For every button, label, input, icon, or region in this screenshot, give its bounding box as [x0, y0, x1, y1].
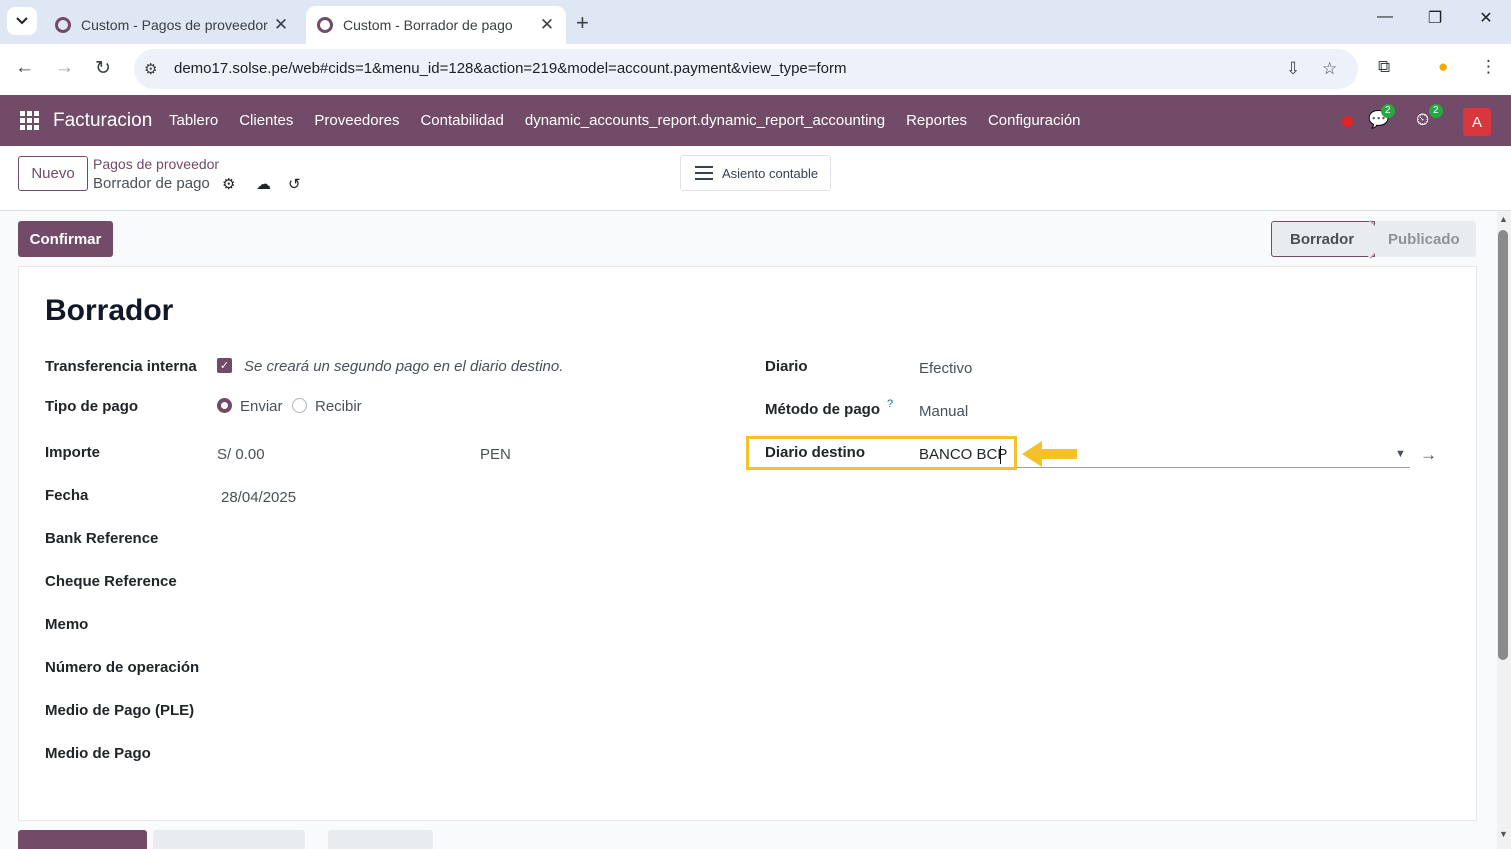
- internal-transfer-note: Se creará un segundo pago en el diario d…: [244, 358, 564, 375]
- address-bar[interactable]: ⚙ demo17.solse.pe/web#cids=1&menu_id=128…: [134, 49, 1358, 89]
- minimize-icon[interactable]: —: [1370, 8, 1400, 26]
- chevron-down-icon: [16, 17, 28, 25]
- breadcrumb-parent[interactable]: Pagos de proveedor: [93, 156, 219, 172]
- operation-number-label: Número de operación: [45, 659, 200, 676]
- tab-search-button[interactable]: [7, 7, 37, 35]
- user-avatar[interactable]: A: [1463, 108, 1491, 136]
- app-name[interactable]: Facturacion: [53, 110, 152, 132]
- journal-label: Diario: [765, 358, 808, 375]
- amount-label: Importe: [45, 444, 101, 461]
- date-input[interactable]: 28/04/2025: [221, 489, 296, 506]
- menu-item-dynamic-report[interactable]: dynamic_accounts_report.dynamic_report_a…: [525, 112, 885, 129]
- extensions-icon[interactable]: ⧉: [1378, 57, 1390, 77]
- stage-publicado[interactable]: Publicado: [1375, 221, 1476, 257]
- tab-title: Custom - Borrador de pago: [343, 17, 513, 33]
- menu-item-configuracion[interactable]: Configuración: [988, 112, 1081, 129]
- browser-toolbar: ← → ↻ ⚙ demo17.solse.pe/web#cids=1&menu_…: [0, 44, 1511, 95]
- messages-icon[interactable]: 💬 2: [1368, 104, 1395, 130]
- control-panel: Nuevo Pagos de proveedor Borrador de pag…: [0, 146, 1511, 211]
- messages-badge: 2: [1381, 104, 1395, 118]
- new-tab-icon[interactable]: +: [576, 10, 589, 36]
- journal-field[interactable]: Efectivo: [919, 360, 972, 377]
- list-icon: [695, 166, 713, 180]
- send-message-button[interactable]: [18, 830, 147, 849]
- journal-entry-button[interactable]: Asiento contable: [680, 155, 831, 191]
- form-sheet: [18, 266, 1477, 821]
- radio-recibir[interactable]: [292, 398, 307, 413]
- menu-item-contabilidad[interactable]: Contabilidad: [420, 112, 503, 129]
- scroll-down-icon[interactable]: ▼: [1499, 829, 1508, 839]
- menu-item-tablero[interactable]: Tablero: [169, 112, 218, 129]
- activities-button[interactable]: [328, 830, 433, 849]
- odoo-navbar: Facturacion Tablero Clientes Proveedores…: [0, 95, 1511, 146]
- radio-enviar-label[interactable]: Enviar: [240, 398, 283, 415]
- radio-recibir-label[interactable]: Recibir: [315, 398, 362, 415]
- scroll-up-icon[interactable]: ▲: [1499, 214, 1508, 224]
- restore-icon[interactable]: ❐: [1420, 8, 1450, 28]
- amount-input[interactable]: S/ 0.00: [217, 446, 265, 463]
- menu-item-reportes[interactable]: Reportes: [906, 112, 967, 129]
- browser-tabstrip: Custom - Pagos de proveedor ✕ Custom - B…: [0, 0, 1511, 44]
- activities-badge: 2: [1429, 104, 1443, 118]
- status-dot-icon[interactable]: [1342, 116, 1353, 127]
- destination-journal-label: Diario destino: [765, 444, 866, 461]
- odoo-favicon-icon: [55, 17, 71, 33]
- gear-icon[interactable]: ⚙: [222, 175, 235, 193]
- apps-menu-icon[interactable]: [20, 111, 39, 130]
- payment-medium-label: Medio de Pago: [45, 745, 151, 762]
- confirm-button[interactable]: Confirmar: [18, 221, 113, 257]
- ple-payment-method-label: Medio de Pago (PLE): [45, 702, 195, 719]
- open-record-arrow-icon[interactable]: →: [1420, 445, 1437, 465]
- discard-icon[interactable]: ↺: [288, 175, 301, 193]
- activities-icon[interactable]: ⏲ 2: [1416, 104, 1443, 130]
- memo-label: Memo: [45, 616, 89, 633]
- text-cursor: [1000, 446, 1001, 464]
- site-info-icon[interactable]: ⚙: [144, 60, 157, 78]
- menu-item-clientes[interactable]: Clientes: [239, 112, 293, 129]
- back-icon[interactable]: ←: [15, 57, 34, 79]
- help-tooltip-icon[interactable]: ?: [887, 398, 893, 410]
- internal-transfer-checkbox[interactable]: ✓: [217, 358, 232, 373]
- menu-item-proveedores[interactable]: Proveedores: [314, 112, 399, 129]
- radio-enviar[interactable]: [217, 398, 232, 413]
- cheque-reference-label: Cheque Reference: [45, 573, 177, 590]
- forward-icon[interactable]: →: [55, 57, 74, 79]
- browser-tab-borrador-pago[interactable]: Custom - Borrador de pago ✕: [306, 6, 566, 44]
- log-note-button[interactable]: [153, 830, 305, 849]
- tab-title: Custom - Pagos de proveedor: [81, 17, 268, 33]
- payment-method-field[interactable]: Manual: [919, 403, 968, 420]
- profile-icon[interactable]: ●: [1438, 57, 1448, 77]
- form-statusbar: Confirmar Borrador Publicado: [18, 221, 1477, 267]
- browser-tab-pagos-proveedor[interactable]: Custom - Pagos de proveedor ✕: [44, 6, 300, 44]
- breadcrumb-current: Borrador de pago: [93, 175, 210, 192]
- stage-borrador[interactable]: Borrador: [1271, 221, 1375, 257]
- payment-type-label: Tipo de pago: [45, 398, 139, 415]
- currency-field[interactable]: PEN: [480, 446, 511, 463]
- callout-arrow-icon: [1022, 441, 1077, 467]
- close-tab-icon[interactable]: ✕: [536, 15, 558, 35]
- bookmark-star-icon[interactable]: ☆: [1322, 59, 1337, 79]
- save-cloud-icon[interactable]: ☁: [256, 175, 271, 193]
- close-window-icon[interactable]: ✕: [1471, 8, 1501, 28]
- internal-transfer-label: Transferencia interna: [45, 358, 197, 375]
- payment-method-label: Método de pago: [765, 401, 880, 418]
- reload-icon[interactable]: ↻: [95, 57, 111, 80]
- destination-journal-input[interactable]: BANCO BCP: [919, 446, 1007, 463]
- main-menu: Tablero Clientes Proveedores Contabilida…: [169, 112, 1102, 129]
- close-tab-icon[interactable]: ✕: [270, 15, 292, 35]
- dropdown-caret-icon[interactable]: ▼: [1395, 448, 1406, 460]
- date-label: Fecha: [45, 487, 89, 504]
- odoo-favicon-icon: [317, 17, 333, 33]
- scrollbar-thumb[interactable]: [1498, 230, 1508, 660]
- bank-reference-label: Bank Reference: [45, 530, 159, 547]
- journal-entry-label: Asiento contable: [722, 165, 819, 181]
- page-title: Borrador: [45, 294, 174, 327]
- install-app-icon[interactable]: ⇩: [1286, 59, 1300, 79]
- new-button[interactable]: Nuevo: [18, 156, 88, 191]
- url-text[interactable]: demo17.solse.pe/web#cids=1&menu_id=128&a…: [174, 60, 847, 77]
- browser-menu-icon[interactable]: ⋮: [1480, 57, 1497, 77]
